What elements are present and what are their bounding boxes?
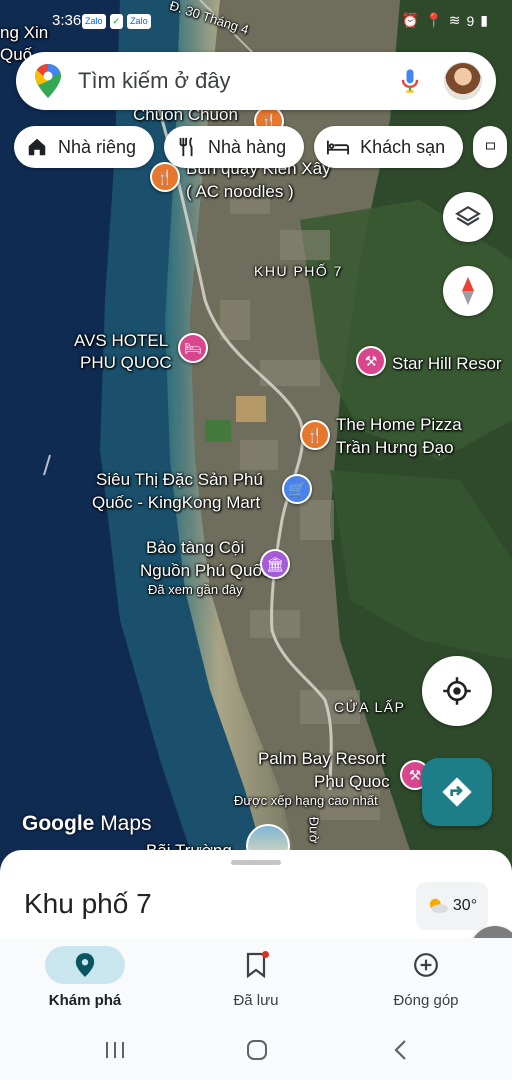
place-label-sieu-thi[interactable]: Siêu Thị Đặc Sản Phú <box>96 469 263 491</box>
google-logo-text: Google <box>22 812 95 835</box>
chip-hotels[interactable]: Khách sạn <box>314 126 464 168</box>
place-label-tran-hung-dao[interactable]: Trần Hưng Đạo <box>336 437 454 459</box>
place-label-ac-noodles[interactable]: ( AC noodles ) <box>186 181 294 203</box>
search-input[interactable]: Tìm kiếm ở đây <box>78 68 396 94</box>
system-navigation-bar <box>0 1020 512 1080</box>
nav-saved-indicator <box>216 946 296 984</box>
place-label-avs-phu-quoc[interactable]: PHU QUOC <box>80 352 172 374</box>
zalo-icon: Zalo <box>82 14 106 29</box>
status-time: 3:36 <box>52 12 82 29</box>
chip-restaurants-label: Nhà hàng <box>208 136 287 157</box>
gps-crosshair-icon <box>443 677 471 705</box>
chip-hotels-label: Khách sạn <box>360 136 446 157</box>
home-button[interactable] <box>242 1036 272 1064</box>
nav-contribute-indicator <box>386 946 466 984</box>
directions-icon <box>442 777 472 807</box>
notification-icons: Zalo ✓ Zalo <box>82 14 151 29</box>
notification-dot <box>262 951 269 958</box>
microphone-icon[interactable] <box>396 67 424 95</box>
nav-explore-label: Khám phá <box>48 992 122 1009</box>
partly-cloudy-icon <box>429 898 448 914</box>
home-icon <box>28 138 46 156</box>
weather-badge[interactable]: 30° <box>416 882 488 930</box>
status-bar: 3:36 Zalo ✓ Zalo ⏰ 📍 ≋ 9 ▮ <box>0 0 512 44</box>
status-indicators: ⏰ 📍 ≋ 9 ▮ <box>402 12 488 29</box>
maps-logo-text: Maps <box>100 812 152 835</box>
hotel-pin-icon[interactable]: 🛏 <box>178 333 208 363</box>
area-label-khu-pho-7: KHU PHỐ 7 <box>254 263 343 279</box>
sheet-drag-handle[interactable] <box>231 860 281 865</box>
nav-saved-label: Đã lưu <box>233 992 279 1009</box>
museum-pin-icon[interactable]: 🏛 <box>260 549 290 579</box>
wifi-icon: ≋ <box>448 12 461 28</box>
google-maps-logo: Google Maps <box>22 812 152 836</box>
add-circle-icon <box>414 953 438 977</box>
recent-apps-icon <box>106 1042 124 1058</box>
resort-pin-icon[interactable]: ⚒ <box>356 346 386 376</box>
back-button[interactable] <box>386 1036 416 1064</box>
chip-restaurants[interactable]: Nhà hàng <box>164 126 305 168</box>
layers-icon <box>455 205 481 226</box>
bottom-sheet[interactable]: Khu phố 7 30° <box>0 850 512 950</box>
nav-saved[interactable]: Đã lưu <box>196 946 316 1009</box>
alarm-icon: ⏰ <box>401 12 420 28</box>
google-maps-pin-logo-icon <box>35 64 61 98</box>
place-label-palm-bay[interactable]: Palm Bay Resort <box>258 748 386 770</box>
location-icon: 📍 <box>425 12 443 28</box>
shopping-cart-pin-icon[interactable]: 🛒 <box>282 474 312 504</box>
restaurant-pin-icon[interactable]: 🍴 <box>300 420 330 450</box>
place-label-avs-hotel[interactable]: AVS HOTEL <box>74 330 168 352</box>
search-bar[interactable]: Tìm kiếm ở đây <box>16 52 496 110</box>
nav-contribute[interactable]: Đóng góp <box>366 946 486 1009</box>
recent-apps-button[interactable] <box>100 1036 130 1064</box>
battery-icon: ▮ <box>480 12 488 28</box>
compass-button[interactable] <box>443 266 493 316</box>
layers-button[interactable] <box>443 192 493 242</box>
category-chips: Nhà riêng Nhà hàng Khách sạn <box>14 126 508 168</box>
more-category-icon <box>486 142 496 150</box>
zalo-icon: Zalo <box>127 14 151 29</box>
chip-home-label: Nhà riêng <box>58 136 137 157</box>
place-sublabel-top-rated: Được xếp hạng cao nhất <box>234 793 378 808</box>
battery-level: 9 <box>466 12 475 29</box>
place-label-bao-tang[interactable]: Bảo tàng Cội <box>146 537 244 559</box>
street-label-duong: Đườ <box>306 816 322 844</box>
chip-more[interactable] <box>473 126 508 168</box>
area-label-cua-lap: CỬA LẤP <box>334 699 406 715</box>
bottom-navigation: Khám phá Đã lưu Đóng góp <box>0 938 512 1020</box>
nav-contribute-label: Đóng góp <box>393 992 459 1009</box>
my-location-button[interactable] <box>422 656 492 726</box>
account-avatar[interactable] <box>444 62 482 100</box>
place-sublabel-recently-viewed: Đã xem gần đây <box>148 582 243 597</box>
back-chevron-icon <box>394 1040 406 1060</box>
location-pin-icon <box>75 953 95 977</box>
place-label-home-pizza[interactable]: The Home Pizza <box>336 414 462 436</box>
home-circle-icon <box>247 1040 267 1060</box>
check-icon: ✓ <box>109 14 124 29</box>
place-label-palm-bay-phu-quoc[interactable]: Phu Quoc <box>314 771 390 793</box>
nav-explore-indicator <box>45 946 125 984</box>
place-title: Khu phố 7 <box>24 888 152 919</box>
chip-home[interactable]: Nhà riêng <box>14 126 155 168</box>
place-label-star-hill[interactable]: Star Hill Resor <box>392 353 502 375</box>
hotel-icon <box>327 140 350 155</box>
nav-explore[interactable]: Khám phá <box>25 946 145 1009</box>
compass-icon <box>462 277 474 305</box>
directions-button[interactable] <box>422 758 492 826</box>
restaurant-icon <box>179 137 193 157</box>
weather-temperature: 30° <box>452 897 478 914</box>
place-label-nguon-phu-quoc[interactable]: Nguồn Phú Quốc <box>140 560 270 582</box>
place-label-kingkong-mart[interactable]: Quốc - KingKong Mart <box>92 492 260 514</box>
